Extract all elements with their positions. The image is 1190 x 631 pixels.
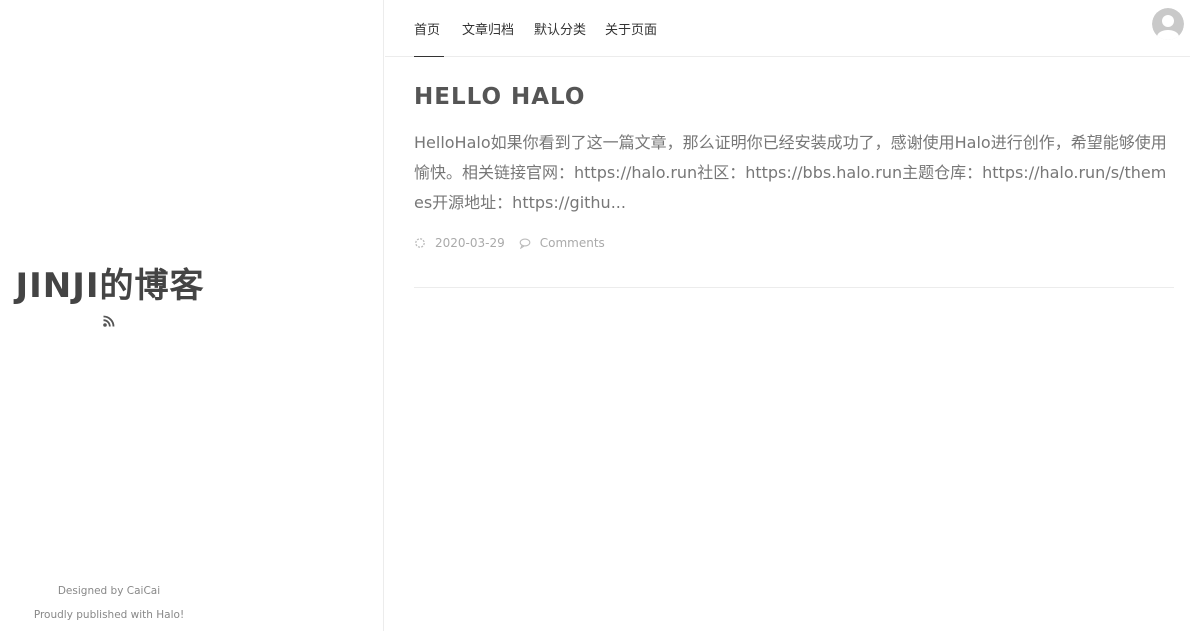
footer-designed-by: Designed by CaiCai <box>57 585 161 597</box>
nav-item-home[interactable]: 首页 <box>414 19 445 57</box>
post-divider <box>414 287 1174 288</box>
post-title[interactable]: HELLO HALO <box>414 84 585 110</box>
footer-published-with: Proudly published with Halo! <box>33 609 185 621</box>
site-title[interactable]: JINJI的博客 <box>0 258 220 307</box>
sidebar: JINJI的博客 Designed by CaiCai Proudly publ… <box>0 0 384 631</box>
post-comments-link[interactable]: Comments <box>540 236 605 250</box>
calendar-icon <box>414 237 426 249</box>
user-avatar-icon[interactable] <box>1152 8 1184 40</box>
nav-item-default-category[interactable]: 默认分类 <box>534 19 586 38</box>
nav-item-about[interactable]: 关于页面 <box>605 19 657 38</box>
nav-item-archives[interactable]: 文章归档 <box>462 19 514 38</box>
rss-icon[interactable] <box>102 313 116 327</box>
post-meta: 2020-03-29 Comments <box>414 236 605 250</box>
post-date: 2020-03-29 <box>435 236 505 250</box>
comment-icon <box>519 237 531 250</box>
post-excerpt: HelloHalo如果你看到了这一篇文章，那么证明你已经安装成功了，感谢使用Ha… <box>414 133 1167 212</box>
